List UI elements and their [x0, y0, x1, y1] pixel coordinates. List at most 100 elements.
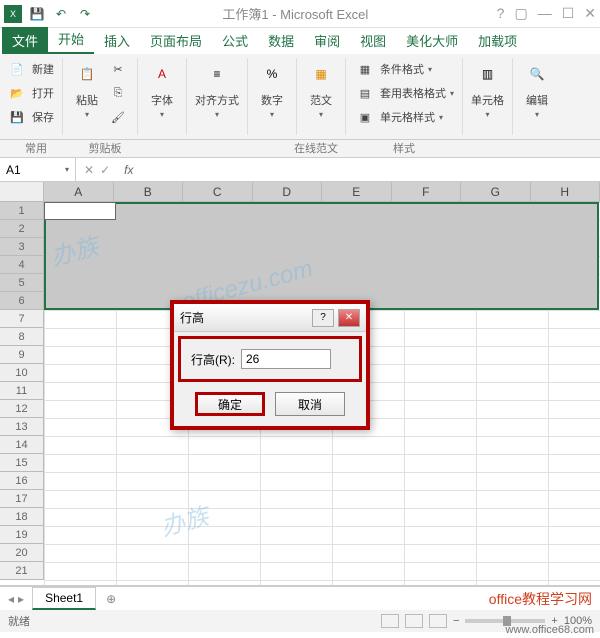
ribbon-options-icon[interactable]: ▢ [514, 5, 527, 22]
row-header-12[interactable]: 12 [0, 400, 44, 418]
group-clipboard: 📋 粘贴 ▾ ✂ ⎘ 🖌 [71, 58, 138, 135]
format-painter-icon[interactable]: 🖌 [107, 106, 129, 128]
open-icon: 📂 [6, 82, 28, 104]
col-header-D[interactable]: D [253, 182, 323, 202]
row-header-19[interactable]: 19 [0, 526, 44, 544]
row-header-2[interactable]: 2 [0, 220, 44, 238]
help-icon[interactable]: ? [497, 5, 505, 22]
save-icon[interactable]: 💾 [28, 5, 46, 23]
sheet-nav[interactable]: ◂▸ [0, 592, 32, 606]
copy-icon[interactable]: ⎘ [107, 82, 129, 104]
close-icon[interactable]: ✕ [584, 5, 596, 22]
cancel-edit-icon[interactable]: ✕ [84, 163, 94, 177]
tab-home[interactable]: 开始 [48, 25, 94, 54]
paradigm-button[interactable]: ▦ 范文 ▾ [305, 58, 337, 119]
font-button[interactable]: A 字体 ▾ [146, 58, 178, 119]
page-layout-icon[interactable] [405, 614, 423, 628]
row-header-13[interactable]: 13 [0, 418, 44, 436]
undo-icon[interactable]: ↶ [52, 5, 70, 23]
chevron-down-icon: ▾ [319, 110, 323, 119]
col-header-B[interactable]: B [114, 182, 184, 202]
status-ready: 就绪 [8, 613, 30, 629]
row-header-1[interactable]: 1 [0, 202, 44, 220]
save-button[interactable]: 💾保存 [6, 106, 54, 128]
tab-page-layout[interactable]: 页面布局 [140, 27, 212, 54]
align-button[interactable]: ≡ 对齐方式 ▾ [195, 58, 239, 119]
quick-access-toolbar: X 💾 ↶ ↷ [4, 5, 94, 23]
row-header-14[interactable]: 14 [0, 436, 44, 454]
add-sheet-button[interactable]: ⊕ [96, 592, 126, 606]
align-icon: ≡ [201, 58, 233, 90]
new-button[interactable]: 📄新建 [6, 58, 54, 80]
row-header-15[interactable]: 15 [0, 454, 44, 472]
paste-button[interactable]: 📋 粘贴 ▾ [71, 58, 103, 135]
row-header-11[interactable]: 11 [0, 382, 44, 400]
cells-button[interactable]: ▥ 单元格 ▾ [471, 58, 504, 119]
tab-file[interactable]: 文件 [2, 27, 48, 54]
excel-icon[interactable]: X [4, 5, 22, 23]
col-header-F[interactable]: F [392, 182, 462, 202]
dialog-close-button[interactable]: ✕ [338, 309, 360, 327]
dialog-help-button[interactable]: ? [312, 309, 334, 327]
dialog-titlebar[interactable]: 行高 ? ✕ [174, 304, 366, 332]
row-header-8[interactable]: 8 [0, 328, 44, 346]
row-header-7[interactable]: 7 [0, 310, 44, 328]
dialog-footer: 确定 取消 [174, 386, 366, 426]
minimize-icon[interactable]: — [538, 5, 552, 22]
row-header-18[interactable]: 18 [0, 508, 44, 526]
cancel-button[interactable]: 取消 [275, 392, 345, 416]
cells-icon: ▥ [472, 58, 504, 90]
row-header-4[interactable]: 4 [0, 256, 44, 274]
tab-review[interactable]: 审阅 [304, 27, 350, 54]
tab-beautify[interactable]: 美化大师 [396, 27, 468, 54]
cell-styles-button[interactable]: ▣单元格样式▾ [354, 106, 454, 128]
chevron-down-icon: ▾ [486, 110, 490, 119]
row-header-3[interactable]: 3 [0, 238, 44, 256]
chevron-down-icon[interactable]: ▾ [65, 165, 69, 174]
col-header-C[interactable]: C [183, 182, 253, 202]
table-format-button[interactable]: ▤套用表格格式▾ [354, 82, 454, 104]
maximize-icon[interactable]: ☐ [562, 5, 575, 22]
tab-insert[interactable]: 插入 [94, 27, 140, 54]
zoom-out-icon[interactable]: − [453, 615, 459, 627]
row-header-20[interactable]: 20 [0, 544, 44, 562]
row-header-17[interactable]: 17 [0, 490, 44, 508]
sheet-tab[interactable]: Sheet1 [32, 587, 96, 610]
select-all-corner[interactable] [0, 182, 44, 202]
group-cells: ▥ 单元格 ▾ [471, 58, 513, 135]
editing-button[interactable]: 🔍 编辑 ▾ [521, 58, 553, 119]
col-header-A[interactable]: A [44, 182, 114, 202]
open-button[interactable]: 📂打开 [6, 82, 54, 104]
active-cell[interactable] [44, 202, 116, 220]
redo-icon[interactable]: ↷ [76, 5, 94, 23]
row-height-input[interactable] [241, 349, 331, 369]
row-header-16[interactable]: 16 [0, 472, 44, 490]
col-header-G[interactable]: G [461, 182, 531, 202]
row-header-9[interactable]: 9 [0, 346, 44, 364]
name-box[interactable]: A1 ▾ [0, 158, 76, 181]
page-break-icon[interactable] [429, 614, 447, 628]
ok-button[interactable]: 确定 [195, 392, 265, 416]
enter-edit-icon[interactable]: ✓ [100, 163, 110, 177]
number-button[interactable]: % 数字 ▾ [256, 58, 288, 119]
row-header-10[interactable]: 10 [0, 364, 44, 382]
tab-view[interactable]: 视图 [350, 27, 396, 54]
normal-view-icon[interactable] [381, 614, 399, 628]
tab-data[interactable]: 数据 [258, 27, 304, 54]
group-alignment: ≡ 对齐方式 ▾ [195, 58, 248, 135]
zoom-slider[interactable] [465, 619, 545, 623]
chevron-down-icon: ▾ [215, 110, 219, 119]
cut-icon[interactable]: ✂ [107, 58, 129, 80]
chevron-down-icon: ▾ [160, 110, 164, 119]
formula-bar: A1 ▾ ✕ ✓ fx [0, 158, 600, 182]
row-header-6[interactable]: 6 [0, 292, 44, 310]
row-header-21[interactable]: 21 [0, 562, 44, 580]
cond-format-button[interactable]: ▦条件格式▾ [354, 58, 454, 80]
col-header-H[interactable]: H [531, 182, 600, 202]
tab-formulas[interactable]: 公式 [212, 27, 258, 54]
col-header-E[interactable]: E [322, 182, 392, 202]
tab-addins[interactable]: 加载项 [468, 27, 527, 54]
formula-input[interactable] [139, 158, 600, 181]
row-header-5[interactable]: 5 [0, 274, 44, 292]
fx-icon[interactable]: fx [118, 163, 139, 177]
